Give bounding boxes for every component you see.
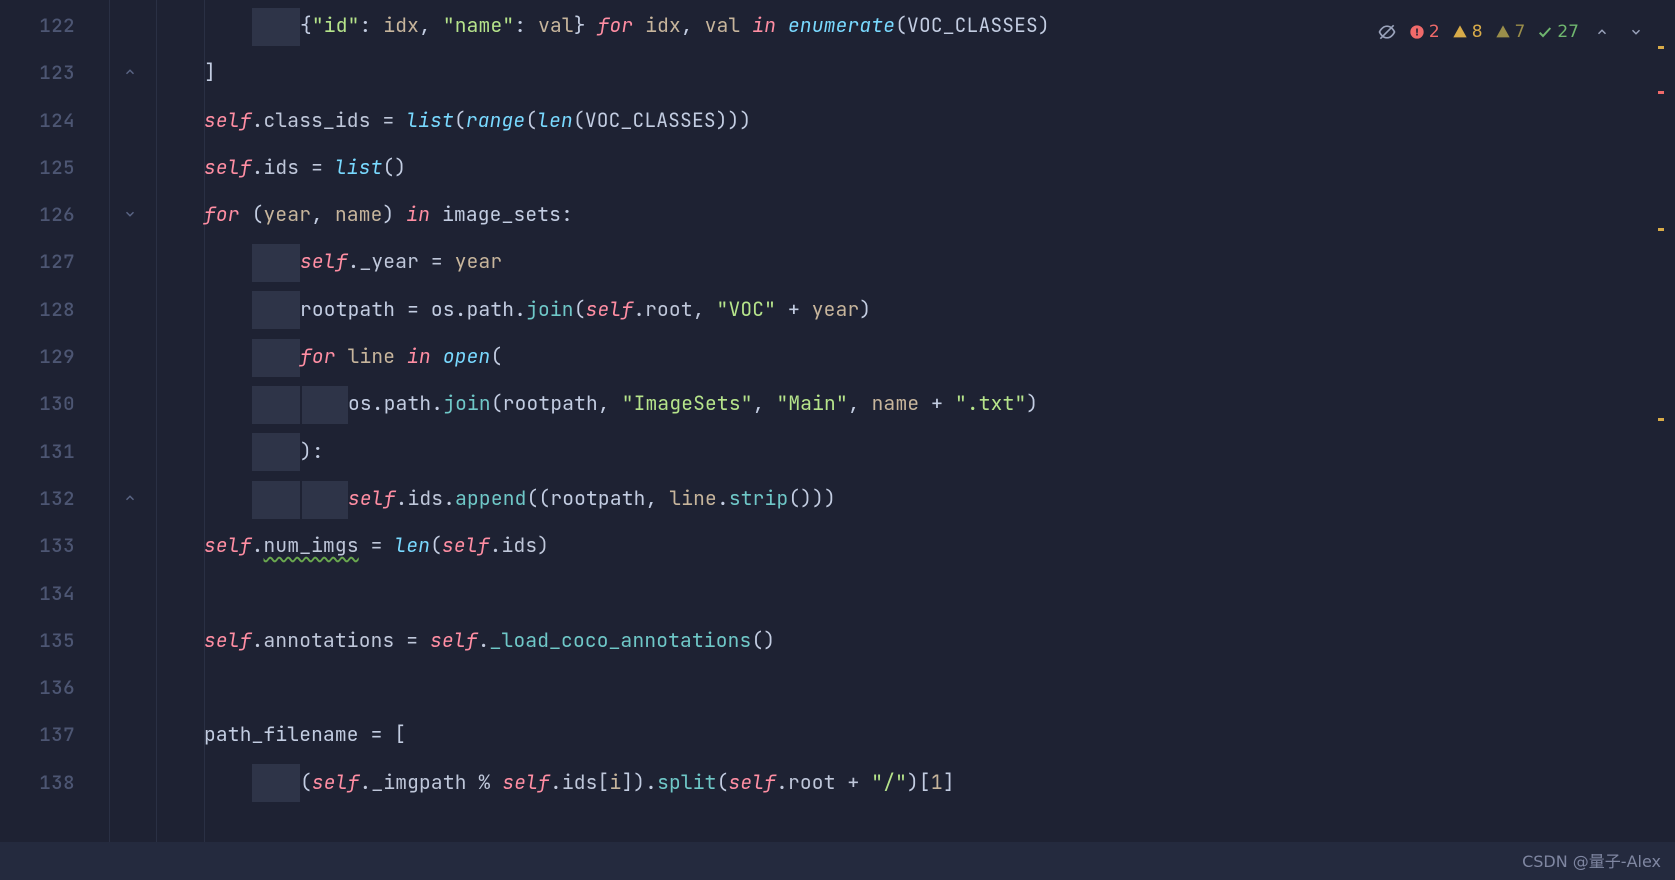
code-line[interactable]: (self._imgpath % self.ids[i]).split(self…: [156, 759, 1635, 806]
code-line[interactable]: rootpath = os.path.join(self.root, "VOC"…: [156, 286, 1635, 333]
errors-count[interactable]: ! 2: [1409, 22, 1440, 42]
fold-collapse-icon[interactable]: [120, 491, 140, 510]
code-line[interactable]: ]: [156, 49, 1635, 96]
line-number[interactable]: 127: [0, 238, 109, 285]
watermark-text: CSDN @量子-Alex: [1522, 848, 1661, 872]
line-number[interactable]: 135: [0, 617, 109, 664]
code-line[interactable]: for line in open(: [156, 333, 1635, 380]
code-line[interactable]: ):: [156, 428, 1635, 475]
line-number[interactable]: 124: [0, 97, 109, 144]
code-line[interactable]: os.path.join(rootpath, "ImageSets", "Mai…: [156, 380, 1635, 427]
line-number[interactable]: 136: [0, 664, 109, 711]
scrollbar-marker[interactable]: [1658, 46, 1664, 49]
line-number[interactable]: 131: [0, 428, 109, 475]
line-number[interactable]: 133: [0, 522, 109, 569]
scrollbar-marker[interactable]: [1658, 91, 1664, 94]
line-number[interactable]: 122: [0, 2, 109, 49]
code-line[interactable]: self.ids.append((rootpath, line.strip())…: [156, 475, 1635, 522]
code-line[interactable]: self.annotations = self._load_coco_annot…: [156, 617, 1635, 664]
code-line[interactable]: self._year = year: [156, 238, 1635, 285]
prev-highlight-icon[interactable]: [1591, 25, 1613, 39]
code-line[interactable]: for (year, name) in image_sets:: [156, 191, 1635, 238]
fold-collapse-icon[interactable]: [120, 65, 140, 84]
line-number-gutter[interactable]: 1221231241251261271281291301311321331341…: [0, 0, 110, 880]
weak-warnings-count[interactable]: 7: [1495, 22, 1526, 42]
next-highlight-icon[interactable]: [1625, 25, 1647, 39]
line-number[interactable]: 130: [0, 380, 109, 427]
code-line[interactable]: self.class_ids = list(range(len(VOC_CLAS…: [156, 97, 1635, 144]
code-line[interactable]: path_filename = [: [156, 711, 1635, 758]
line-number[interactable]: 129: [0, 333, 109, 380]
code-content[interactable]: {"id": idx, "name": val} for idx, val in…: [156, 2, 1635, 806]
scrollbar-marker[interactable]: [1658, 418, 1664, 421]
warnings-count[interactable]: 8: [1452, 22, 1483, 42]
code-line[interactable]: self.num_imgs = len(self.ids): [156, 522, 1635, 569]
inspection-widget[interactable]: ! 2 8 7 27: [1377, 22, 1647, 42]
line-number[interactable]: 132: [0, 475, 109, 522]
toggle-hints-icon[interactable]: [1377, 22, 1397, 42]
line-number[interactable]: 137: [0, 711, 109, 758]
scrollbar-marker[interactable]: [1658, 228, 1664, 231]
svg-text:!: !: [1415, 27, 1419, 38]
code-line[interactable]: [156, 570, 1635, 617]
fold-expand-icon[interactable]: [120, 207, 140, 226]
line-number[interactable]: 126: [0, 191, 109, 238]
code-line[interactable]: self.ids = list(): [156, 144, 1635, 191]
line-number[interactable]: 134: [0, 570, 109, 617]
vertical-scrollbar[interactable]: [1651, 0, 1671, 880]
line-number[interactable]: 128: [0, 286, 109, 333]
code-line[interactable]: [156, 664, 1635, 711]
code-editor[interactable]: 1221231241251261271281291301311321331341…: [0, 0, 1675, 880]
line-number[interactable]: 138: [0, 759, 109, 806]
typos-count[interactable]: 27: [1537, 22, 1579, 42]
line-number[interactable]: 125: [0, 144, 109, 191]
editor-bottom-strip: [0, 842, 1675, 880]
line-number[interactable]: 123: [0, 49, 109, 96]
